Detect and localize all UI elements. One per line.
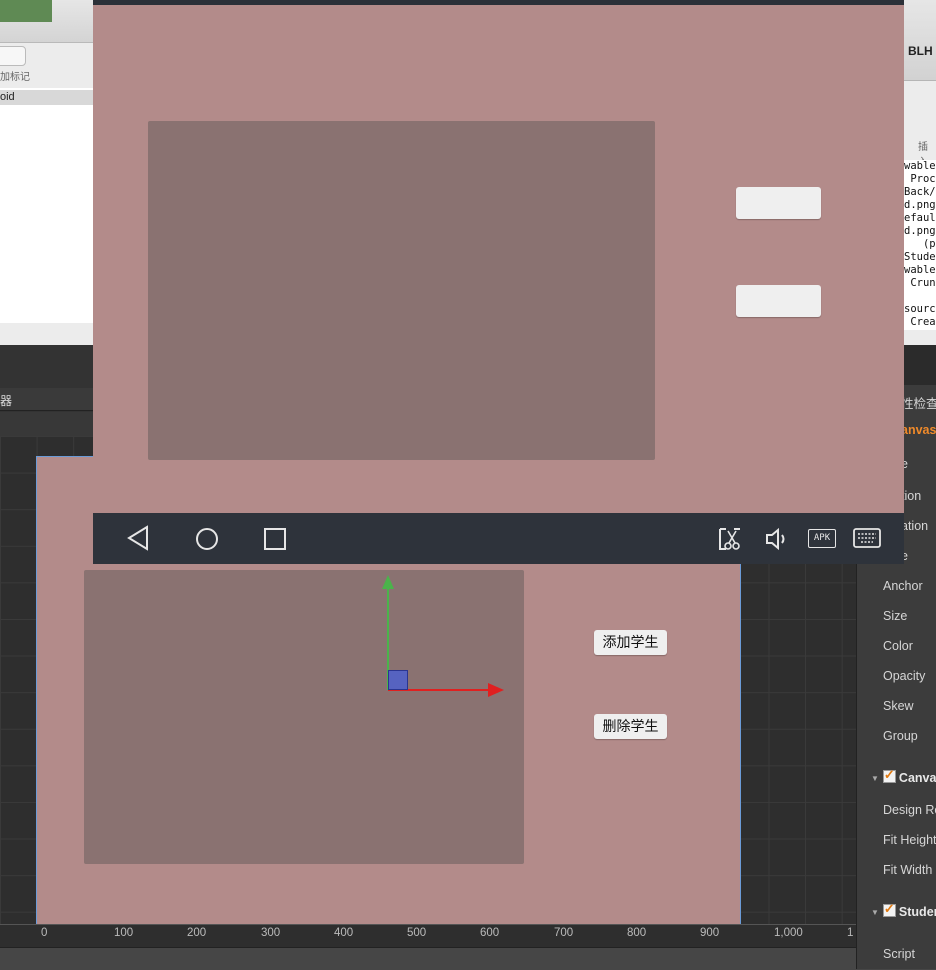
- ruler-tick: 700: [554, 927, 574, 939]
- ruler-tick: 100: [114, 927, 134, 939]
- file-tab-label[interactable]: BLH: [908, 44, 933, 58]
- code-line: wable: [904, 264, 936, 276]
- emulator-add-student-button[interactable]: [736, 187, 821, 219]
- node-name[interactable]: anvas: [901, 423, 936, 437]
- ruler-tick: 600: [480, 927, 500, 939]
- add-student-button[interactable]: 添加学生: [594, 630, 667, 655]
- collapse-triangle-icon[interactable]: ▼: [871, 908, 879, 917]
- collapse-triangle-icon[interactable]: ▼: [871, 774, 879, 783]
- align-toolbar: [0, 412, 93, 436]
- apk-icon[interactable]: APK: [808, 529, 836, 548]
- ruler-tick: 500: [407, 927, 427, 939]
- canvas-component-header[interactable]: ▼ Canva: [871, 767, 936, 785]
- ruler-tick: 800: [627, 927, 647, 939]
- property-skew: Skew: [883, 699, 914, 713]
- background-window-left: 加标记 oid: [0, 0, 93, 345]
- scene-panel[interactable]: [84, 570, 524, 864]
- emulator-nav-bar: APK: [93, 513, 904, 564]
- move-gizmo-x-arrow-icon[interactable]: [488, 683, 504, 697]
- back-icon[interactable]: [126, 525, 150, 551]
- ruler-tick: 200: [187, 927, 207, 939]
- code-line: wable: [904, 160, 936, 172]
- ruler-tick: 1: [847, 927, 854, 939]
- property-row: ation: [901, 519, 929, 533]
- inspector-title: 性检查: [901, 397, 936, 411]
- property-opacity: Opacity: [883, 669, 926, 683]
- ruler-tick: 300: [261, 927, 281, 939]
- ruler-tick: 1,000: [774, 927, 803, 939]
- ruler-tick: 900: [700, 927, 720, 939]
- code-line: Back/: [904, 186, 936, 198]
- property-script: Script: [883, 947, 915, 961]
- panel-header: [0, 388, 93, 411]
- student-component-label: Studer: [898, 905, 936, 919]
- property-color: Color: [883, 639, 913, 653]
- panel-title: 器: [0, 394, 13, 408]
- property-size: Size: [883, 609, 908, 623]
- selected-list-item[interactable]: oid: [0, 90, 93, 105]
- code-line: Stude: [904, 251, 936, 263]
- tag-label: 加标记: [0, 72, 30, 83]
- code-line: d.png: [904, 199, 936, 211]
- code-line: Crea: [904, 316, 936, 328]
- property-fit-width: Fit Width: [883, 863, 933, 877]
- property-row: tion: [901, 489, 922, 503]
- file-list: [0, 88, 93, 323]
- background-window-right: BLH 插入 wable ProcBack/d.pngefauld.png (p…: [904, 0, 936, 345]
- enabled-checkbox[interactable]: [882, 767, 896, 783]
- keyboard-icon[interactable]: [853, 527, 881, 549]
- code-text: wable Proc Back/d.png efaul d.png (p Stude wa…: [904, 160, 936, 330]
- enabled-checkbox[interactable]: [882, 901, 896, 917]
- emulator-panel: [148, 121, 655, 460]
- code-line: Crun: [904, 277, 936, 289]
- code-line: (p: [904, 238, 936, 250]
- property-anchor: Anchor: [883, 579, 923, 593]
- volume-icon[interactable]: [765, 527, 789, 551]
- move-gizmo-center-handle[interactable]: [388, 670, 408, 690]
- student-component-header[interactable]: ▼ Studer: [871, 901, 936, 919]
- code-line: Proc: [904, 173, 936, 185]
- property-design-resolution: Design Re: [883, 803, 936, 817]
- property-group: Group: [883, 729, 918, 743]
- delete-student-button[interactable]: 删除学生: [594, 714, 667, 739]
- ruler-tick: 0: [41, 927, 48, 939]
- window-toolbar: [904, 0, 936, 81]
- ruler-tick: 400: [334, 927, 354, 939]
- tag-button[interactable]: [0, 46, 26, 66]
- thumbnail-image: [0, 0, 52, 22]
- property-fit-height: Fit Height: [883, 833, 936, 847]
- screenshot-icon[interactable]: [718, 527, 742, 551]
- code-line: sourc: [904, 303, 936, 315]
- recents-icon[interactable]: [264, 528, 286, 550]
- code-line: d.png: [904, 225, 936, 237]
- status-bar: [0, 947, 936, 970]
- horizontal-ruler: 0 100 200 300 400 500 600 700 800 900 1,…: [0, 924, 856, 947]
- canvas-component-label: Canva: [898, 771, 936, 785]
- move-gizmo-y-arrow-icon[interactable]: [382, 575, 394, 589]
- home-icon[interactable]: [195, 527, 219, 551]
- emulator-delete-student-button[interactable]: [736, 285, 821, 317]
- code-line: efaul: [904, 212, 936, 224]
